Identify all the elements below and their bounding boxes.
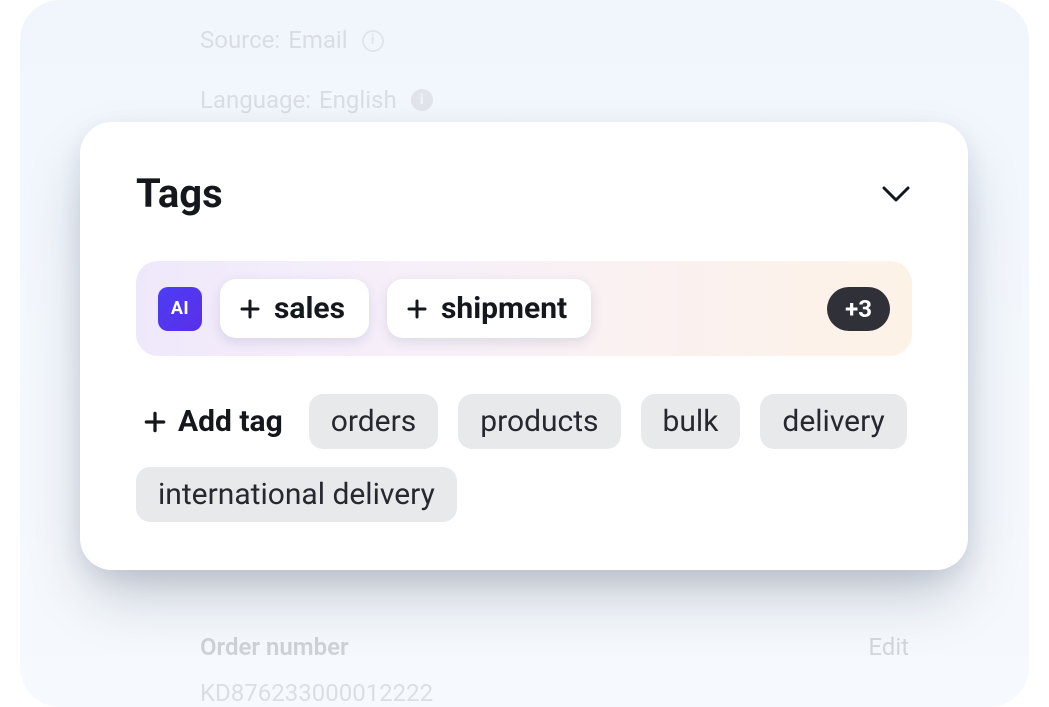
tag-chip[interactable]: products bbox=[458, 394, 620, 449]
tag-area: Add tag orders products bulk delivery in… bbox=[136, 394, 912, 522]
tags-card-header: Tags bbox=[136, 170, 912, 217]
tag-chip[interactable]: orders bbox=[309, 394, 438, 449]
ai-suggestion-label: shipment bbox=[441, 291, 567, 326]
tag-chip[interactable]: delivery bbox=[760, 394, 906, 449]
tags-card: Tags AI sales shipment +3 Add tag ord bbox=[80, 122, 968, 570]
ai-suggestion-chip-sales[interactable]: sales bbox=[220, 279, 369, 338]
chevron-down-icon[interactable] bbox=[880, 184, 912, 204]
ai-more-badge[interactable]: +3 bbox=[827, 287, 890, 331]
tag-chip[interactable]: bulk bbox=[641, 394, 741, 449]
ai-suggestions-row: AI sales shipment +3 bbox=[136, 261, 912, 356]
add-tag-label: Add tag bbox=[178, 404, 283, 439]
tags-title: Tags bbox=[136, 170, 223, 217]
plus-icon bbox=[405, 297, 429, 321]
ai-suggestion-chip-shipment[interactable]: shipment bbox=[387, 279, 591, 338]
plus-icon bbox=[238, 297, 262, 321]
ai-suggestion-label: sales bbox=[274, 291, 345, 326]
ai-badge-icon: AI bbox=[158, 287, 202, 331]
add-tag-button[interactable]: Add tag bbox=[136, 396, 289, 447]
tag-chip[interactable]: international delivery bbox=[136, 467, 457, 522]
plus-icon bbox=[142, 409, 168, 435]
